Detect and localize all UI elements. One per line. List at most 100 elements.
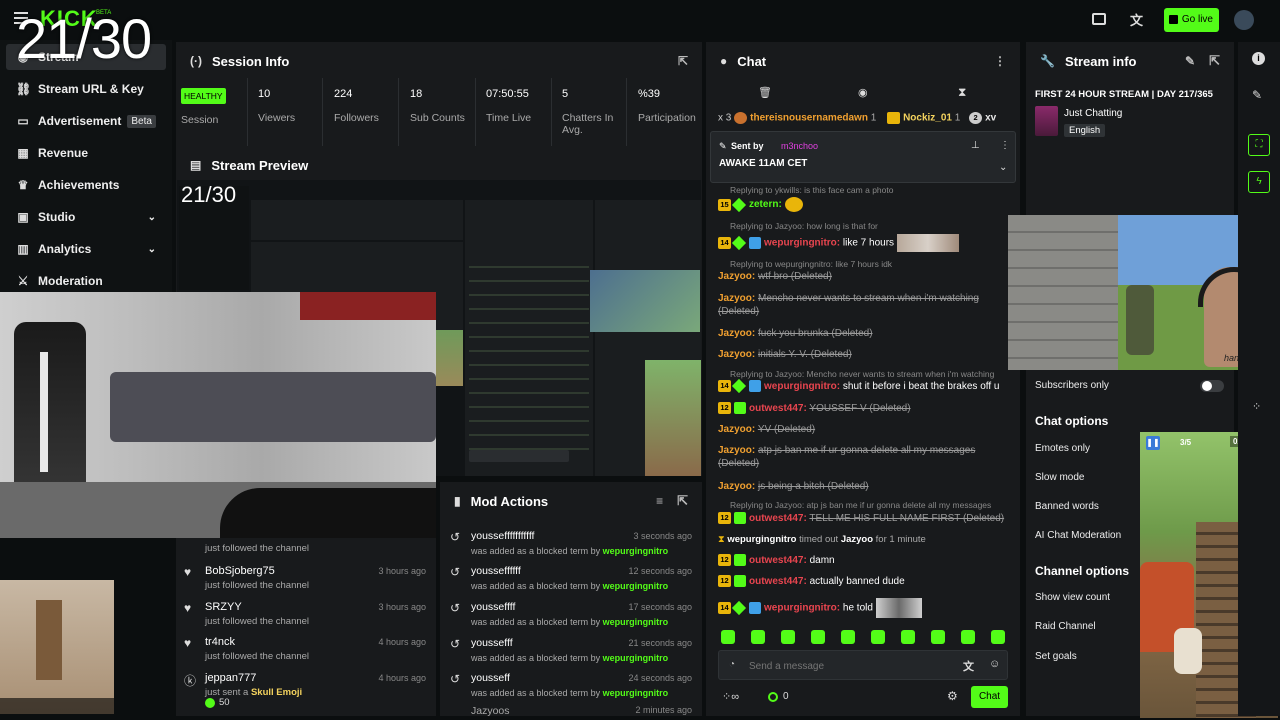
chat-username[interactable]: wepurgingnitro: [764,603,840,614]
chat-username[interactable]: wepurgingnitro: [764,381,840,392]
mod-action-user: wepurgingnitro [602,581,669,591]
emote-picker-icon[interactable] [751,630,765,644]
chat-username[interactable]: outwest447: [749,513,807,524]
chat-message-input[interactable] [749,657,949,675]
emoji-icon[interactable]: ☺ [989,658,1000,670]
sidebar-item-label: Stream URL & Key [38,82,144,96]
pause-icon[interactable]: ❚❚ [1146,436,1160,450]
slow-mode-option[interactable]: Slow mode [1035,472,1084,483]
edit-icon[interactable]: ✎ [1185,54,1195,68]
chat-username[interactable]: outwest447: [749,403,807,414]
chat-username[interactable]: Jazyoo: [718,481,755,492]
more-options-icon[interactable]: ⋮ [994,54,1006,68]
stat-viewers: 10 Viewers [258,88,295,144]
translate-icon[interactable]: 文 [963,658,974,674]
undo-icon[interactable]: ↺ [450,601,460,615]
avatar[interactable] [1234,10,1254,30]
lightning-icon[interactable]: ϟ [1248,171,1270,193]
sidebar-item-moderation[interactable]: ⚔ Moderation [16,274,103,288]
emote-picker-icon[interactable] [721,630,735,644]
community-icon[interactable]: ⁘∞ [722,690,739,703]
chat-username[interactable]: outwest447: [749,576,807,587]
health-badge: HEALTHY [181,88,226,104]
chat-username[interactable]: Jazyoo: [718,424,755,435]
popout-icon[interactable]: ⇱ [1209,53,1220,69]
more-options-icon[interactable]: ⋮ [1000,140,1010,151]
dashboard-icon[interactable] [1092,13,1106,25]
undo-icon[interactable]: ↺ [450,637,460,651]
banned-words-option[interactable]: Banned words [1035,501,1099,512]
emote-picker-icon[interactable] [781,630,795,644]
sidebar-item-analytics[interactable]: ▥ Analytics ⌄ [16,242,156,256]
feed-item-time: 3 hours ago [378,566,426,576]
chat-username[interactable]: Jazyoo: [718,271,755,282]
nested-game-strip [435,330,463,386]
language-tag: English [1064,124,1106,137]
chat-username[interactable]: zetern: [749,199,782,210]
stream-category[interactable]: Just Chatting [1064,108,1122,119]
subscribers-only-toggle[interactable] [1200,380,1224,392]
emote-picker-icon[interactable] [991,630,1005,644]
pip-doorway [36,600,62,680]
sub-badge: 15 [718,198,731,211]
chat-username[interactable]: Jazyoo: [718,349,755,360]
chat-message: 14 wepurgingnitro: he told [718,598,1008,618]
emote-picker-icon[interactable] [811,630,825,644]
unpin-icon[interactable]: ⊥ [971,140,980,151]
chat-options-heading: Chat options [1035,414,1109,428]
mod-action-time: 24 seconds ago [628,673,692,683]
info-icon[interactable]: i [1252,52,1265,65]
feed-item: ♥ SRZYY just followed the channel 3 hours a… [180,599,430,633]
chat-header: ● Chat ⋮ [706,42,1020,80]
chat-username[interactable]: Jazyoo: [718,293,755,304]
pip-camera [0,580,114,714]
sidebar-item-revenue[interactable]: ▦ Revenue [16,146,88,160]
emote-picker-icon[interactable] [961,630,975,644]
chat-username[interactable]: Jazyoo: [718,445,755,456]
sidebar-item-advertisement[interactable]: ▭ Advertisement Beta [16,114,156,128]
show-view-count-option[interactable]: Show view count [1035,592,1110,603]
emote-picker-icon[interactable] [841,630,855,644]
trophy-icon: ♛ [17,178,29,192]
set-goals-option[interactable]: Set goals [1035,651,1077,662]
popout-icon[interactable]: ⇱ [677,493,688,509]
fullscreen-icon[interactable]: ⛶ [1248,134,1270,156]
trash-icon[interactable]: 🗑 [758,86,772,99]
chevron-down-icon[interactable]: ⌄ [999,162,1007,173]
translate-icon[interactable]: 文 [1130,10,1143,29]
edit-icon[interactable]: ✎ [1252,88,1262,102]
emote-picker-icon[interactable] [871,630,885,644]
undo-icon[interactable]: ↺ [450,565,460,579]
ai-moderation-option[interactable]: AI Chat Moderation [1035,530,1121,541]
chat-text: fuck you brunka (Deleted) [758,328,873,339]
chat-bubble-icon[interactable]: ◉ [858,86,868,99]
chat-message: 12 outwest447: TELL ME HIS FULL NAME FIRS… [718,512,1008,525]
gifter-name[interactable]: Nockiz_01 [903,113,952,124]
undo-icon[interactable]: ↺ [450,530,460,544]
feed-gift-name: Skull Emoji [250,687,303,698]
og-badge [731,600,747,616]
emote-picker-icon[interactable] [931,630,945,644]
gifter-name[interactable]: thereisnousernamedawn [750,113,868,124]
pinned-message[interactable]: ✎ Sent by m3nchoo AWAKE 11AM CET ⊥ ⋮ ⌄ [710,131,1016,183]
popout-icon[interactable]: ⇱ [678,54,688,68]
chat-username[interactable]: outwest447: [749,555,807,566]
gifter-name[interactable]: xv [985,113,996,124]
hourglass-icon[interactable]: ⧗ [958,85,966,100]
emote-picker-icon[interactable] [901,630,915,644]
raid-channel-option[interactable]: Raid Channel [1035,621,1096,632]
emotes-only-option[interactable]: Emotes only [1035,443,1090,454]
chat-username[interactable]: wepurgingnitro: [764,238,840,249]
chat-text: he told [842,602,873,614]
undo-icon[interactable]: ↺ [450,672,460,686]
share-icon[interactable]: ⁘ [1252,400,1261,413]
filter-icon[interactable]: ≡ [656,494,663,508]
sidebar-item-achievements[interactable]: ♛ Achievements [16,178,120,192]
sidebar-item-studio[interactable]: ▣ Studio ⌄ [16,210,156,224]
chat-send-button[interactable]: Chat [971,686,1008,708]
pin-icon: ✎ [719,141,727,151]
sidebar-item-stream-url[interactable]: ⛓ Stream URL & Key [16,82,144,96]
reply-context: Replying to Jazyoo: Mencho never wants t… [730,369,995,379]
chat-username[interactable]: Jazyoo: [718,328,755,339]
settings-icon[interactable]: ⚙ [947,689,958,703]
